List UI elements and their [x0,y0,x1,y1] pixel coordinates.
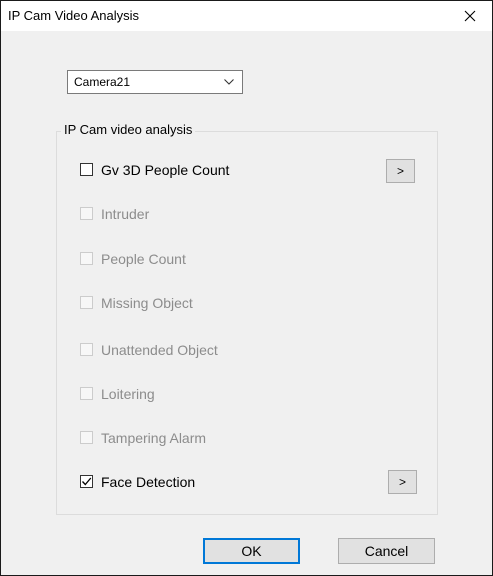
chevron-down-icon [224,79,234,85]
checkmark-icon [82,477,92,486]
checkbox-box[interactable] [80,207,93,220]
close-icon [464,10,476,22]
checkbox-box[interactable] [80,163,93,176]
checkbox-box[interactable] [80,475,93,488]
close-button[interactable] [448,1,492,31]
checkbox-box[interactable] [80,431,93,444]
window-title: IP Cam Video Analysis [8,8,140,23]
checkbox-label: Loitering [101,386,155,402]
title-bar: IP Cam Video Analysis [1,1,492,31]
checkbox-label: Tampering Alarm [101,430,207,446]
checkbox-box[interactable] [80,252,93,265]
groupbox-label: IP Cam video analysis [61,122,196,137]
checkbox-box[interactable] [80,296,93,309]
face-detection-settings-button[interactable]: > [388,470,417,494]
checkbox-label: People Count [101,251,186,267]
checkbox-label: Face Detection [101,474,196,490]
dialog-window: IP Cam Video Analysis Camera21 IP Cam vi… [0,0,493,576]
gv-3d-people-count-settings-button[interactable]: > [386,159,415,183]
checkbox-label: Missing Object [101,295,193,311]
checkbox-box[interactable] [80,387,93,400]
checkbox-label: Unattended Object [101,342,218,358]
camera-select-value: Camera21 [74,75,131,89]
checkbox-label: Gv 3D People Count [101,162,230,178]
checkbox-label: Intruder [101,206,150,222]
video-analysis-groupbox [56,131,438,515]
cancel-button[interactable]: Cancel [338,538,435,564]
checkbox-box[interactable] [80,343,93,356]
camera-select[interactable]: Camera21 [67,70,243,94]
ok-button[interactable]: OK [203,538,300,564]
